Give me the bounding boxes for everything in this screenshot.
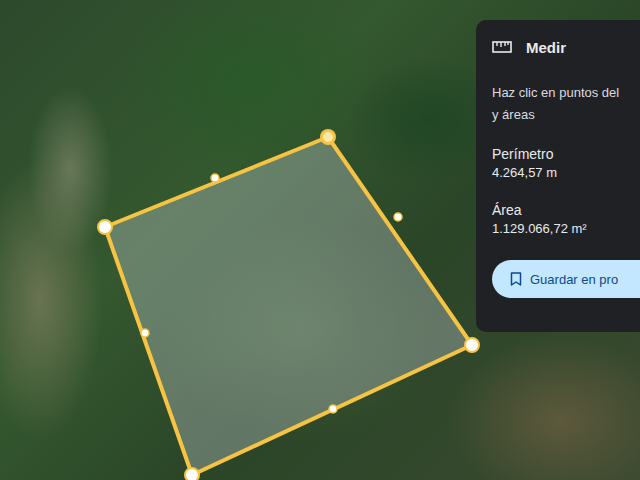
vertex-handle[interactable]	[465, 338, 479, 352]
title-row: Medir	[492, 34, 640, 60]
ruler-icon	[492, 41, 512, 53]
measure-stat: Perímetro 4.264,57 m	[492, 146, 640, 180]
measure-panel: Medir Haz clic en puntos dely áreas Períme…	[476, 20, 640, 332]
hint-line: y áreas	[492, 104, 640, 126]
stat-value: 1.129.066,72 m²	[492, 221, 640, 236]
vertex-handle[interactable]	[98, 220, 112, 234]
bookmark-icon	[510, 272, 522, 286]
midpoint-handle[interactable]	[329, 405, 337, 413]
measure-stat: Área 1.129.066,72 m²	[492, 202, 640, 236]
vertex-handle[interactable]	[320, 129, 336, 145]
save-button[interactable]: Guardar en pro	[492, 260, 640, 298]
panel-title: Medir	[526, 39, 566, 56]
midpoint-handle[interactable]	[394, 213, 402, 221]
stat-label: Área	[492, 202, 640, 218]
hint-text: Haz clic en puntos dely áreas	[492, 82, 640, 126]
midpoint-handle[interactable]	[141, 329, 149, 337]
vertex-handle[interactable]	[185, 468, 199, 480]
stat-value: 4.264,57 m	[492, 165, 640, 180]
midpoint-handle[interactable]	[211, 174, 219, 182]
stat-label: Perímetro	[492, 146, 640, 162]
save-button-label[interactable]: Guardar en pro	[530, 272, 618, 287]
area-shape[interactable]	[105, 137, 472, 475]
hint-line: Haz clic en puntos del	[492, 82, 640, 104]
